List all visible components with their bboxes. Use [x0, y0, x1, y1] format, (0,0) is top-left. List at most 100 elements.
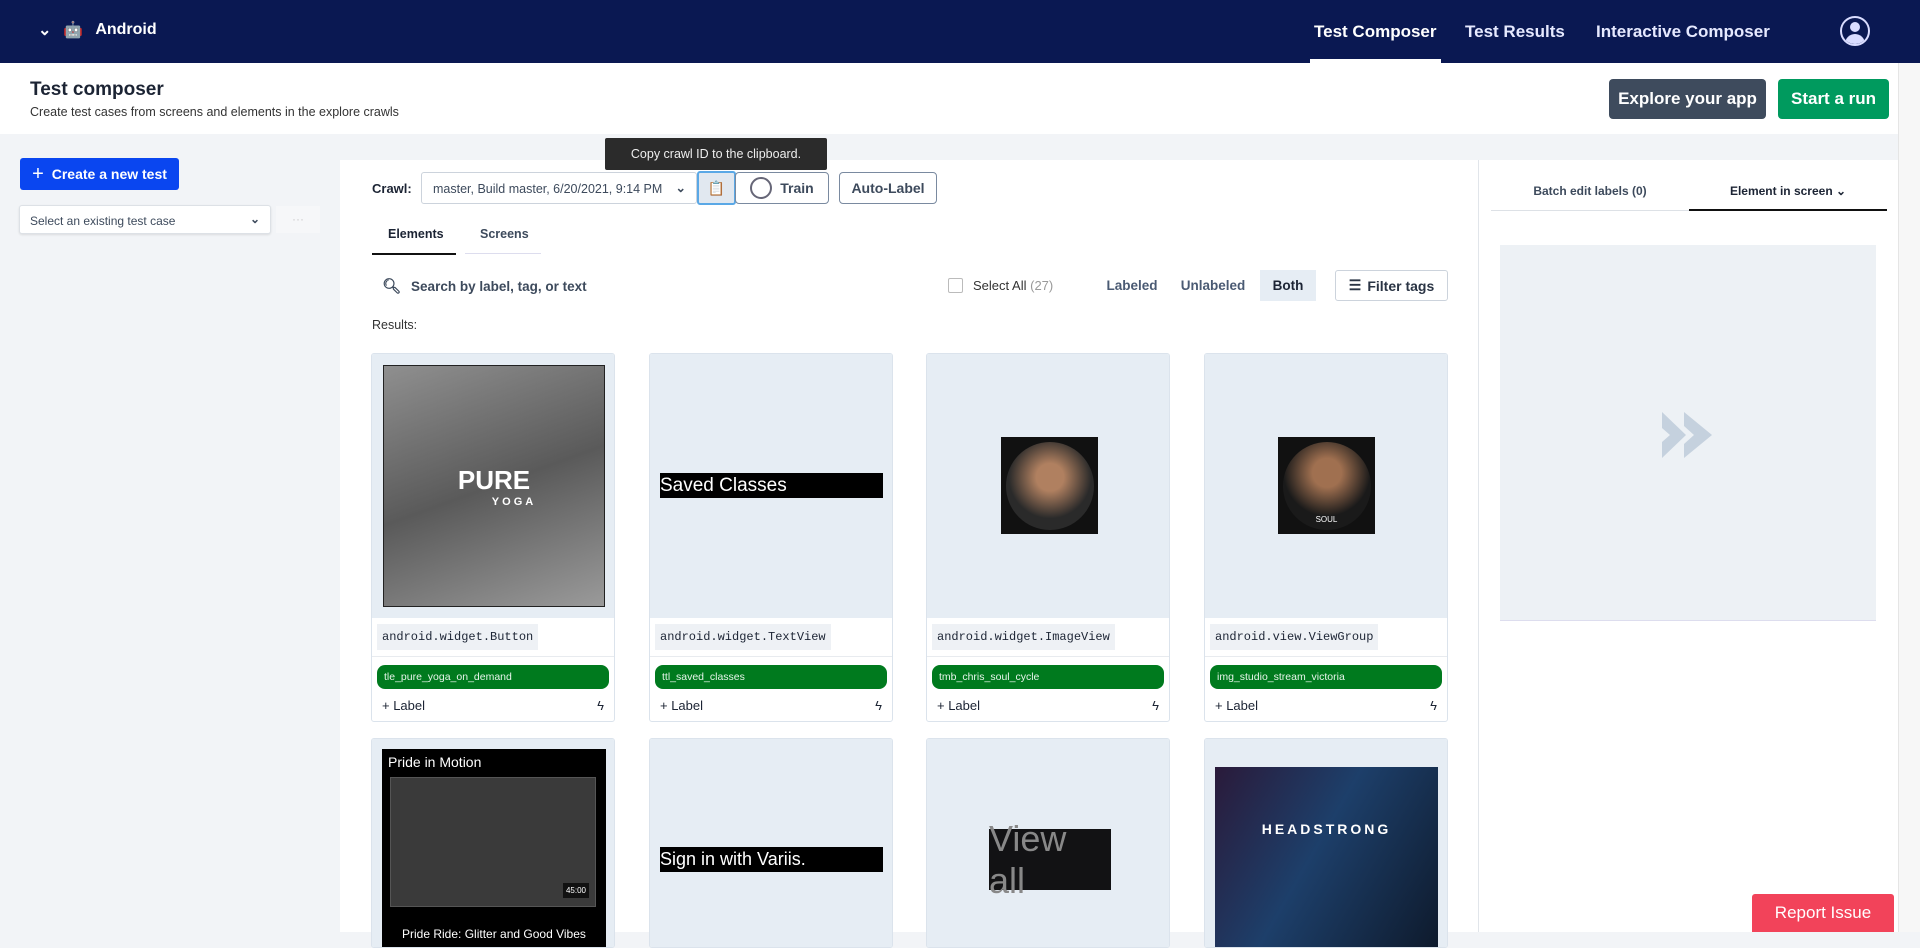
element-card[interactable]: Saved Classes android.widget.TextView tt…: [649, 353, 893, 722]
image-subtext: YOGA: [491, 495, 537, 508]
robot-icon: [750, 177, 773, 199]
select-all-label: Select All: [973, 278, 1027, 293]
search-placeholder: Search by label, tag, or text: [411, 278, 587, 294]
checkbox[interactable]: [948, 278, 963, 293]
filter-icon: ☰: [1348, 277, 1362, 293]
image-text: PURE: [457, 464, 531, 495]
scrollbar[interactable]: [1898, 63, 1920, 932]
element-card[interactable]: HEADSTRONG: [1204, 738, 1448, 948]
add-label-button[interactable]: + Label: [1215, 698, 1258, 713]
plus-icon: +: [32, 162, 44, 185]
chevron-down-icon: ⌄: [1836, 184, 1847, 198]
element-class: android.widget.TextView: [655, 624, 831, 650]
start-run-button[interactable]: Start a run: [1778, 79, 1889, 119]
crawl-select[interactable]: master, Build master, 6/20/2021, 9:14 PM…: [421, 172, 697, 204]
create-test-button[interactable]: + Create a new test: [20, 158, 179, 190]
page-subtitle: Create test cases from screens and eleme…: [30, 105, 399, 119]
element-card[interactable]: Sign in with Variis.: [649, 738, 893, 948]
element-card[interactable]: View all: [926, 738, 1170, 948]
element-image: View all: [927, 739, 1169, 947]
page-title: Test composer: [30, 79, 164, 100]
select-all-checkbox[interactable]: Select All (27): [948, 278, 1053, 293]
element-image: Pride in Motion 45:00 Pride Ride: Glitte…: [372, 739, 614, 947]
element-class: android.view.ViewGroup: [1210, 624, 1379, 650]
tab-batch-edit-labels[interactable]: Batch edit labels (0): [1491, 184, 1689, 211]
tab-test-results[interactable]: Test Results: [1465, 22, 1565, 42]
image-subtext: Pride Ride: Glitter and Good Vibes: [402, 927, 586, 941]
active-tab-indicator: [372, 253, 456, 255]
add-label-button[interactable]: + Label: [382, 698, 425, 713]
filter-tags-label: Filter tags: [1367, 277, 1435, 294]
tab-element-in-screen[interactable]: Element in screen ⌄: [1689, 184, 1887, 211]
tab-elements[interactable]: Elements: [388, 227, 444, 241]
select-all-count: (27): [1030, 278, 1054, 293]
test-case-select[interactable]: Select an existing test case ⌄: [19, 205, 271, 234]
search-input[interactable]: 🔍︎ Search by label, tag, or text: [382, 277, 587, 295]
filter-unlabeled[interactable]: Unlabeled: [1175, 270, 1251, 301]
tab-interactive-composer[interactable]: Interactive Composer: [1596, 22, 1770, 42]
image-text: SOUL: [1282, 441, 1371, 530]
test-case-placeholder: Select an existing test case: [30, 214, 176, 228]
create-test-label: Create a new test: [51, 166, 167, 182]
filter-both[interactable]: Both: [1260, 270, 1316, 301]
duration-badge: 45:00: [562, 883, 589, 898]
android-icon: 🤖: [63, 22, 84, 39]
element-card[interactable]: PURE YOGA android.widget.Button tle_pure_…: [371, 353, 615, 722]
element-image: Saved Classes: [650, 354, 892, 618]
train-button[interactable]: Train: [735, 172, 829, 204]
image-text: Sign in with Variis.: [660, 847, 883, 872]
chevron-down-icon: ⌄: [249, 212, 260, 226]
user-avatar-icon[interactable]: [1840, 16, 1870, 46]
element-card[interactable]: Pride in Motion 45:00 Pride Ride: Glitte…: [371, 738, 615, 948]
platform-label: Android: [95, 21, 157, 38]
add-label-button[interactable]: + Label: [937, 698, 980, 713]
add-label-button[interactable]: + Label: [660, 698, 703, 713]
image-text: Pride in Motion: [388, 754, 482, 770]
element-image: PURE YOGA: [372, 354, 614, 618]
page-header: Test composer Create test cases from scr…: [0, 63, 1898, 134]
clipboard-icon: 📋: [707, 179, 726, 196]
element-class: android.widget.Button: [377, 624, 539, 650]
lightning-icon[interactable]: ϟ: [1430, 698, 1437, 713]
filter-labeled[interactable]: Labeled: [1100, 270, 1164, 301]
crawl-label: Crawl:: [372, 181, 412, 196]
element-image: HEADSTRONG: [1205, 739, 1447, 947]
element-tag[interactable]: ttl_saved_classes: [655, 665, 887, 689]
platform-selector[interactable]: ⌄ 🤖 Android: [38, 20, 157, 40]
element-class: android.widget.ImageView: [932, 624, 1115, 650]
tab-test-composer[interactable]: Test Composer: [1310, 22, 1440, 63]
chevron-down-icon: ⌄: [675, 181, 686, 195]
element-image: SOUL: [1205, 354, 1447, 618]
tab-screens[interactable]: Screens: [480, 227, 529, 241]
chevron-down-icon: ⌄: [38, 22, 52, 39]
element-tag[interactable]: tmb_chris_soul_cycle: [932, 665, 1164, 689]
element-tag[interactable]: tle_pure_yoga_on_demand: [377, 665, 609, 689]
avatar-photo: [1005, 441, 1094, 530]
right-panel: Batch edit labels (0) Element in screen …: [1478, 160, 1898, 932]
lightning-icon[interactable]: ϟ: [597, 698, 604, 713]
lightning-icon[interactable]: ϟ: [875, 698, 882, 713]
image-text: Saved Classes: [660, 473, 883, 498]
search-icon: 🔍︎: [382, 278, 402, 295]
element-image: [927, 354, 1169, 618]
explore-app-button[interactable]: Explore your app: [1609, 79, 1766, 119]
element-tag[interactable]: img_studio_stream_victoria: [1210, 665, 1442, 689]
results-label: Results:: [372, 318, 418, 332]
image-text: View all: [989, 818, 1111, 901]
copy-crawl-id-button[interactable]: 📋: [697, 171, 736, 205]
report-issue-button[interactable]: Report Issue: [1752, 894, 1894, 932]
element-card[interactable]: SOUL android.view.ViewGroup img_studio_s…: [1204, 353, 1448, 722]
auto-label-button[interactable]: Auto-Label: [839, 172, 937, 204]
lightning-icon[interactable]: ϟ: [1152, 698, 1159, 713]
filter-tags-button[interactable]: ☰ Filter tags: [1335, 270, 1448, 301]
train-label: Train: [780, 180, 814, 196]
crawl-value: master, Build master, 6/20/2021, 9:14 PM: [433, 182, 663, 196]
more-button[interactable]: ···: [276, 206, 320, 233]
app-logo-icon: [1662, 412, 1712, 458]
top-nav: ⌄ 🤖 Android Test Composer Test Results Int…: [0, 0, 1920, 63]
element-in-screen-label: Element in screen: [1729, 184, 1833, 198]
element-card[interactable]: android.widget.ImageView tmb_chris_soul_…: [926, 353, 1170, 722]
tooltip: Copy crawl ID to the clipboard.: [605, 138, 827, 170]
image-text: HEADSTRONG: [1215, 767, 1438, 947]
element-image: Sign in with Variis.: [650, 739, 892, 947]
